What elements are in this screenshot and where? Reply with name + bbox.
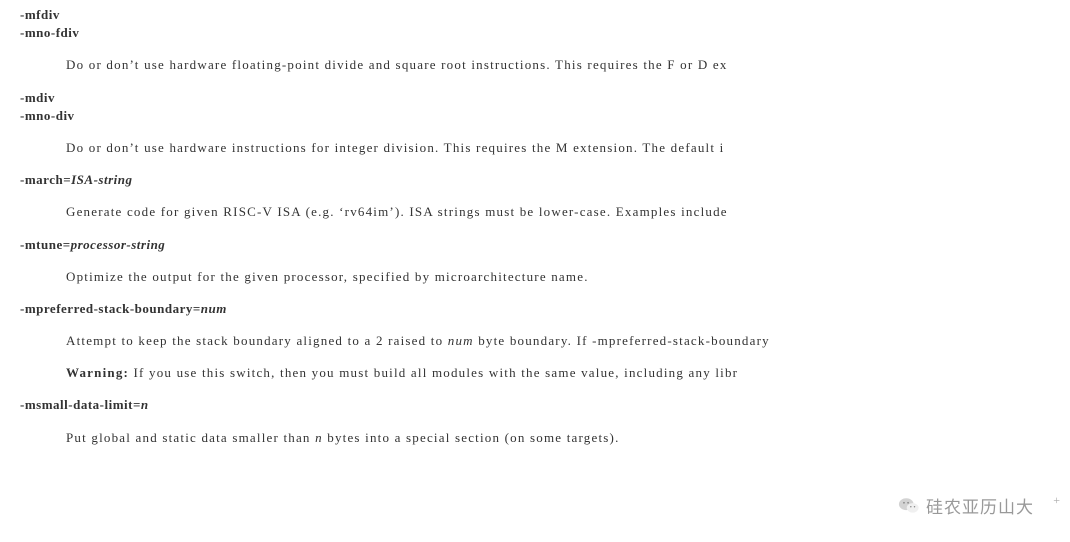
option-flag-param: processor-string <box>71 237 166 252</box>
option-description: Optimize the output for the given proces… <box>66 268 1070 286</box>
option-flag: -mpreferred-stack-boundary=num <box>20 300 1070 318</box>
description-text: Put global and static data smaller than <box>66 430 315 445</box>
option-description: Put global and static data smaller than … <box>66 429 1070 447</box>
option-flag: -mtune=processor-string <box>20 236 1070 254</box>
option-flag: -march=ISA-string <box>20 171 1070 189</box>
option-flag-param: n <box>141 397 149 412</box>
option-flag-text: -march= <box>20 172 71 187</box>
option-description: Warning: If you use this switch, then yo… <box>66 364 1070 382</box>
option-flag-text: -mno-fdiv <box>20 25 79 40</box>
inline-param: num <box>448 333 474 348</box>
option-flag-text: -mno-div <box>20 108 75 123</box>
description-text: Attempt to keep the stack boundary align… <box>66 333 448 348</box>
option-flag: -msmall-data-limit=n <box>20 396 1070 414</box>
option-description: Do or don’t use hardware floating-point … <box>66 56 1070 74</box>
option-description: Attempt to keep the stack boundary align… <box>66 332 1070 350</box>
description-text: Do or don’t use hardware instructions fo… <box>66 140 724 155</box>
description-text: byte boundary. If -mpreferred-stack-boun… <box>474 333 770 348</box>
option-flag: -mdiv <box>20 89 1070 107</box>
option-flag-text: -msmall-data-limit= <box>20 397 141 412</box>
description-text: If you use this switch, then you must bu… <box>129 365 738 380</box>
description-text: bytes into a special section (on some ta… <box>323 430 620 445</box>
option-flag-text: -mpreferred-stack-boundary= <box>20 301 201 316</box>
description-text: Do or don’t use hardware floating-point … <box>66 57 728 72</box>
option-description: Do or don’t use hardware instructions fo… <box>66 139 1070 157</box>
description-text: Optimize the output for the given proces… <box>66 269 589 284</box>
wechat-icon <box>898 495 920 517</box>
option-flag-text: -mdiv <box>20 90 55 105</box>
option-flag-param: ISA-string <box>71 172 132 187</box>
option-flag: -mno-fdiv <box>20 24 1070 42</box>
warning-label: Warning: <box>66 365 129 380</box>
option-description: Generate code for given RISC-V ISA (e.g.… <box>66 203 1070 221</box>
inline-param: n <box>315 430 323 445</box>
document-body: -mfdiv -mno-fdiv Do or don’t use hardware … <box>0 0 1070 447</box>
option-flag: -mfdiv <box>20 6 1070 24</box>
watermark: 硅农亚历山大 <box>898 493 1034 518</box>
option-flag-text: -mtune= <box>20 237 71 252</box>
watermark-text: 硅农亚历山大 <box>926 493 1034 518</box>
option-flag: -mno-div <box>20 107 1070 125</box>
option-flag-text: -mfdiv <box>20 7 60 22</box>
corner-plus: + <box>1053 493 1060 508</box>
description-text: Generate code for given RISC-V ISA (e.g.… <box>66 204 728 219</box>
option-flag-param: num <box>201 301 227 316</box>
